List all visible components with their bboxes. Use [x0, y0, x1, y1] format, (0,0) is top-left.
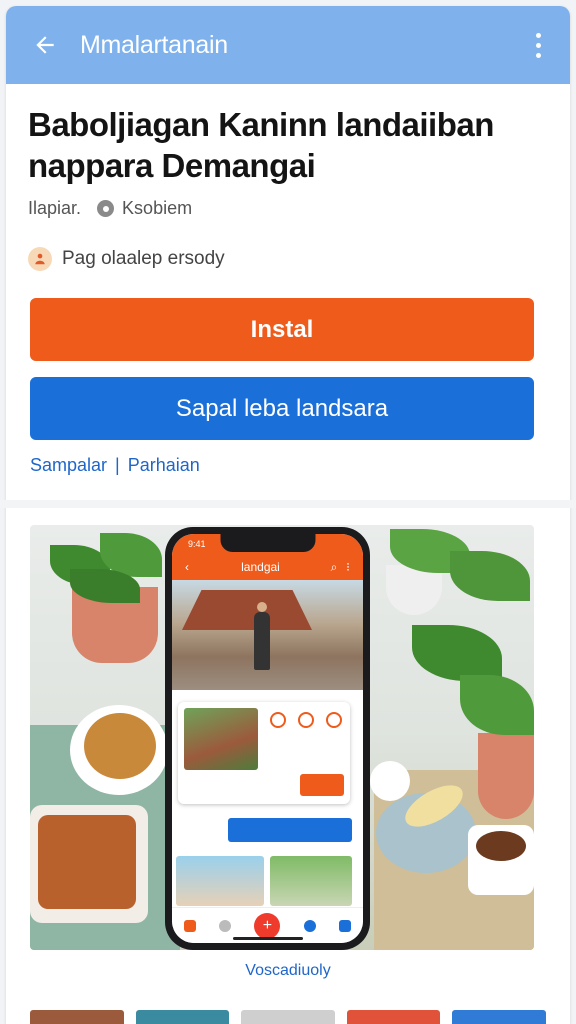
user-avatar-icon	[28, 247, 52, 271]
heart-icon	[298, 712, 314, 728]
phone-listing-card	[178, 702, 350, 804]
house-roof	[182, 590, 312, 630]
arrow-left-icon	[36, 36, 54, 54]
screenshot-thumb[interactable]	[346, 1010, 441, 1024]
noodles	[84, 713, 156, 779]
listing-icons	[270, 712, 342, 728]
screenshot-thumb[interactable]	[135, 1010, 230, 1024]
link-first[interactable]: Sampalar	[30, 455, 107, 476]
phone-photo-person	[176, 856, 264, 906]
message-icon[interactable]	[339, 919, 352, 932]
more-vertical-icon[interactable]	[528, 28, 548, 62]
app-screenshot-image[interactable]: 9:41 ‹ landgai ⌕ ⁝ +	[30, 525, 534, 950]
link-separator: |	[115, 455, 120, 475]
share-icon	[326, 712, 342, 728]
clock-icon	[270, 712, 286, 728]
app-category: Ksobiem	[122, 198, 193, 218]
search-icon[interactable]: ⌕	[327, 560, 341, 575]
coffee	[476, 831, 526, 861]
screenshot-thumb[interactable]	[452, 1010, 546, 1024]
back-button[interactable]	[28, 28, 62, 62]
info-icon	[97, 200, 115, 217]
info-links: Sampalar | Parhaian	[30, 455, 200, 476]
more-screenshots-strip	[30, 1010, 546, 1024]
rating-text: Pag olaalep ersody	[62, 248, 225, 269]
profile-icon[interactable]	[219, 919, 232, 932]
listing-action-button[interactable]	[300, 774, 344, 796]
phone-hero-photo	[172, 580, 363, 690]
secondary-action-button[interactable]: Sapal leba landsara	[30, 377, 534, 440]
plant-pot-right	[478, 733, 534, 819]
person-figure	[254, 602, 270, 670]
grid-icon[interactable]: ⁝	[341, 560, 355, 574]
phone-app-bar: ‹ landgai ⌕ ⁝	[172, 554, 363, 580]
app-meta: Ilapiar. Ksobiem	[28, 198, 192, 219]
rating-row: Pag olaalep ersody	[28, 247, 225, 271]
stir-fry	[38, 815, 136, 909]
app-bar-title: Mmalartanain	[80, 30, 228, 59]
link-second[interactable]: Parhaian	[128, 455, 200, 476]
app-title: Baboljiagan Kaninn landaiiban nappara De…	[28, 106, 494, 184]
phone-app-title: landgai	[241, 560, 280, 574]
screenshot-thumb[interactable]	[30, 1010, 124, 1024]
developer-name[interactable]: Ilapiar.	[28, 198, 81, 219]
add-icon[interactable]: +	[254, 912, 281, 939]
screenshot-caption[interactable]: Voscadiuoly	[0, 962, 576, 980]
home-icon[interactable]	[183, 919, 196, 932]
phone-notch	[220, 534, 315, 552]
app-bar: Mmalartanain	[6, 6, 570, 84]
section-divider	[0, 500, 576, 508]
phone-mockup: 9:41 ‹ landgai ⌕ ⁝ +	[165, 527, 370, 950]
screenshot-thumb[interactable]	[241, 1010, 335, 1024]
home-indicator	[232, 937, 303, 940]
small-bowl	[370, 761, 410, 801]
listing-thumbnail	[184, 708, 258, 770]
phone-photo-garden	[270, 856, 352, 906]
phone-blue-button[interactable]	[228, 818, 352, 842]
install-button[interactable]: Instal	[30, 298, 534, 361]
location-icon[interactable]	[303, 919, 316, 932]
phone-screen: 9:41 ‹ landgai ⌕ ⁝ +	[172, 534, 363, 943]
chevron-left-icon[interactable]: ‹	[180, 560, 194, 574]
